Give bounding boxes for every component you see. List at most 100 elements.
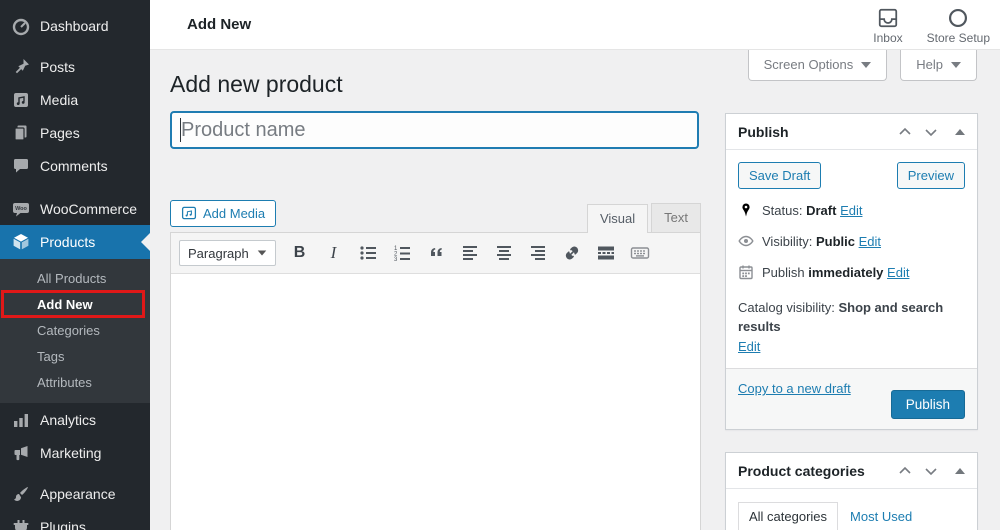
paragraph-dropdown[interactable]: Paragraph bbox=[179, 240, 276, 266]
sidebar-item-pages[interactable]: Pages bbox=[0, 116, 150, 149]
product-categories-panel: Product categories All categories Most U… bbox=[725, 452, 978, 530]
content-area: Add new product Add Media Visual Text P bbox=[150, 50, 1000, 530]
sidebar-item-label: Posts bbox=[40, 58, 76, 75]
editor-content-area[interactable] bbox=[171, 274, 700, 530]
publish-panel-header[interactable]: Publish bbox=[726, 114, 977, 150]
move-up-icon[interactable] bbox=[897, 124, 913, 140]
page-title: Add new product bbox=[170, 71, 343, 97]
sidebar-item-label: Plugins bbox=[40, 518, 86, 530]
move-up-icon[interactable] bbox=[897, 463, 913, 479]
pin-icon bbox=[11, 57, 31, 77]
inbox-button[interactable]: Inbox bbox=[873, 7, 903, 45]
blockquote-button[interactable] bbox=[425, 243, 446, 264]
sidebar-item-label: Appearance bbox=[40, 485, 116, 502]
edit-catalog-link[interactable]: Edit bbox=[738, 339, 760, 354]
editor-box: Paragraph B I 123 bbox=[170, 232, 701, 530]
numbered-list-button[interactable]: 123 bbox=[391, 243, 412, 264]
sidebar-item-dashboard[interactable]: Dashboard bbox=[0, 9, 150, 42]
sidebar-item-products[interactable]: Products bbox=[0, 225, 150, 259]
sidebar-item-analytics[interactable]: Analytics bbox=[0, 403, 150, 436]
collapse-toggle-icon[interactable] bbox=[955, 467, 965, 474]
topbar-actions: Inbox Store Setup bbox=[873, 7, 990, 45]
sidebar-item-posts[interactable]: Posts bbox=[0, 50, 150, 83]
edit-schedule-link[interactable]: Edit bbox=[887, 265, 909, 280]
editor-media-row: Add Media Visual Text bbox=[170, 196, 701, 233]
visibility-value: Public bbox=[815, 234, 855, 250]
publish-panel-title: Publish bbox=[738, 123, 789, 140]
sidebar-item-plugins[interactable]: Plugins bbox=[0, 510, 150, 530]
collapse-toggle-icon[interactable] bbox=[955, 128, 965, 135]
submenu-item-attributes[interactable]: Attributes bbox=[0, 369, 150, 395]
screen-options-button[interactable]: Screen Options bbox=[747, 50, 888, 81]
bar-chart-icon bbox=[11, 410, 31, 430]
categories-panel-title: Product categories bbox=[738, 462, 865, 479]
pages-icon bbox=[11, 123, 31, 143]
sidebar-item-marketing[interactable]: Marketing bbox=[0, 436, 150, 469]
product-name-field-wrap bbox=[170, 111, 699, 149]
sidebar-item-woocommerce[interactable]: Woo WooCommerce bbox=[0, 192, 150, 225]
sidebar-item-appearance[interactable]: Appearance bbox=[0, 477, 150, 510]
align-left-button[interactable] bbox=[459, 243, 480, 264]
inbox-label: Inbox bbox=[873, 31, 903, 45]
italic-button[interactable]: I bbox=[323, 243, 344, 264]
sidebar-item-media[interactable]: Media bbox=[0, 83, 150, 116]
add-media-icon bbox=[181, 206, 197, 220]
submenu-item-all-products[interactable]: All Products bbox=[0, 265, 150, 291]
sidebar-item-label: Analytics bbox=[40, 411, 97, 428]
right-column: Publish Save Draft Preview Status: Draft… bbox=[725, 113, 978, 530]
admin-sidebar: Dashboard Posts Media Pages Comments Woo… bbox=[0, 0, 150, 530]
plug-icon bbox=[11, 517, 31, 530]
keyboard-toggle-button[interactable] bbox=[629, 243, 650, 264]
store-setup-button[interactable]: Store Setup bbox=[927, 7, 990, 45]
move-down-icon[interactable] bbox=[923, 463, 939, 479]
screen-meta-links: Screen Options Help bbox=[747, 50, 977, 81]
sidebar-item-label: WooCommerce bbox=[40, 200, 137, 217]
product-name-input[interactable] bbox=[170, 111, 699, 149]
calendar-icon bbox=[738, 264, 754, 280]
pin-status-icon bbox=[738, 202, 754, 218]
move-down-icon[interactable] bbox=[923, 124, 939, 140]
megaphone-icon bbox=[11, 443, 31, 463]
help-button[interactable]: Help bbox=[900, 50, 977, 81]
store-setup-circle-icon bbox=[947, 7, 969, 29]
publish-panel: Publish Save Draft Preview Status: Draft… bbox=[725, 113, 978, 431]
products-submenu: All Products Add New Categories Tags Att… bbox=[0, 259, 150, 403]
align-center-button[interactable] bbox=[493, 243, 514, 264]
publish-panel-body: Save Draft Preview Status: Draft Edit Vi… bbox=[726, 150, 977, 368]
comment-icon bbox=[11, 156, 31, 176]
edit-visibility-link[interactable]: Edit bbox=[859, 234, 881, 249]
tab-text[interactable]: Text bbox=[651, 203, 701, 232]
sidebar-item-label: Marketing bbox=[40, 444, 102, 461]
sidebar-item-label: Comments bbox=[40, 157, 108, 174]
submenu-item-add-new[interactable]: Add New bbox=[0, 291, 150, 317]
sidebar-item-label: Products bbox=[40, 234, 96, 250]
link-button[interactable] bbox=[561, 243, 582, 264]
copy-to-new-draft-link[interactable]: Copy to a new draft bbox=[738, 381, 851, 396]
bullet-list-button[interactable] bbox=[357, 243, 378, 264]
bold-button[interactable]: B bbox=[289, 243, 310, 264]
editor-mode-tabs: Visual Text bbox=[586, 203, 701, 233]
svg-text:3: 3 bbox=[394, 257, 398, 263]
sidebar-item-label: Pages bbox=[40, 124, 80, 141]
preview-button[interactable]: Preview bbox=[896, 162, 965, 189]
publish-time-value: immediately bbox=[808, 265, 884, 281]
submenu-item-categories[interactable]: Categories bbox=[0, 317, 150, 343]
visibility-row: Visibility: Public Edit bbox=[738, 233, 965, 251]
tab-all-categories[interactable]: All categories bbox=[738, 502, 839, 530]
tab-most-used[interactable]: Most Used bbox=[838, 503, 924, 530]
add-media-button[interactable]: Add Media bbox=[170, 200, 277, 227]
top-bar: Add New Inbox Store Setup bbox=[150, 0, 1000, 50]
publish-button[interactable]: Publish bbox=[890, 390, 965, 420]
align-right-button[interactable] bbox=[527, 243, 548, 264]
tab-visual[interactable]: Visual bbox=[586, 204, 649, 233]
edit-status-link[interactable]: Edit bbox=[840, 203, 862, 218]
store-setup-label: Store Setup bbox=[926, 31, 990, 45]
save-draft-button[interactable]: Save Draft bbox=[738, 162, 822, 189]
sidebar-item-label: Media bbox=[40, 91, 79, 108]
categories-panel-header[interactable]: Product categories bbox=[726, 453, 977, 490]
submenu-item-tags[interactable]: Tags bbox=[0, 343, 150, 369]
sidebar-item-comments[interactable]: Comments bbox=[0, 149, 150, 182]
dashboard-icon bbox=[11, 16, 31, 36]
description-editor: Add Media Visual Text Paragraph B I 123 bbox=[170, 196, 701, 530]
read-more-button[interactable] bbox=[595, 243, 616, 264]
